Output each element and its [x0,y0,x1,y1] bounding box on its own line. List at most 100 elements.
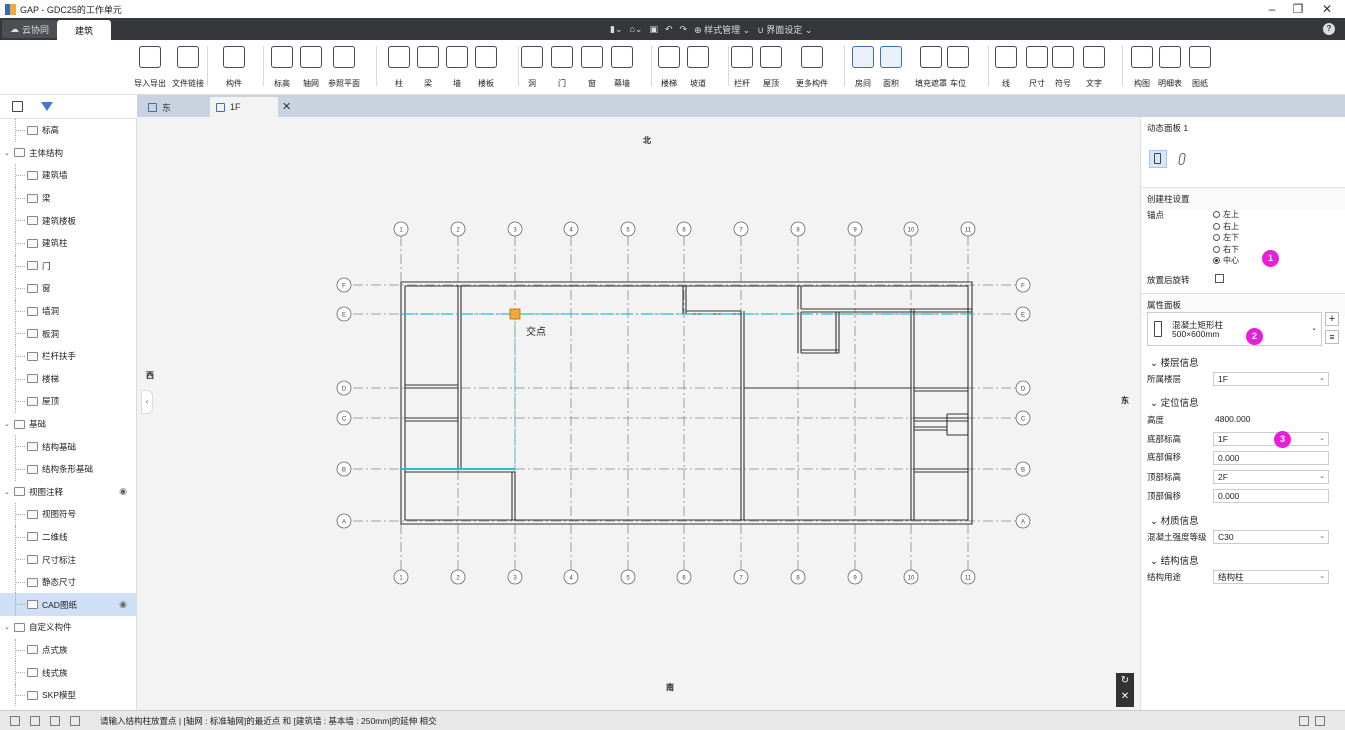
chevron-down-icon[interactable]: ⌄ [4,623,10,631]
tree-item[interactable]: 建筑楼板 [0,209,136,232]
close-tab-icon[interactable]: ✕ [282,100,291,113]
tree-item[interactable]: 建筑墙 [0,164,136,187]
type-selector[interactable]: 混凝土矩形柱 500×600mm ⌄ [1147,312,1322,346]
collapse-panel-button[interactable]: ‹ [141,390,153,414]
ribbon-grid-button[interactable]: 轴网 [300,46,322,89]
new-file-icon[interactable]: ▮⌄ [610,24,623,35]
ribbon-fill-mask-button[interactable]: 填充遮罩 [915,46,947,89]
redo-icon[interactable]: ↷ [680,24,688,35]
close-window-button[interactable]: ✕ [1309,2,1345,16]
object-snap-icon[interactable] [50,715,60,726]
chevron-down-icon[interactable]: ⌄ [4,488,10,496]
panel-toggle-icon[interactable] [12,101,23,112]
tree-item[interactable]: CAD图纸 ◉ [0,593,136,617]
ribbon-line-button[interactable]: 线 [995,46,1017,89]
anchor-radio[interactable]: 左上 [1213,209,1239,220]
ribbon-door-button[interactable]: 门 [551,46,573,89]
ribbon-hole-button[interactable]: 洞 [521,46,543,89]
ui-settings-button[interactable]: ∪ 界面设定 ⌄ [757,23,812,36]
ribbon-schedule-button[interactable]: 明细表 [1158,46,1182,89]
ribbon-beam-button[interactable]: 梁 [417,46,439,89]
ribbon-area-button[interactable]: 面积 [880,46,902,89]
tree-item[interactable]: ⌄ 基础 [0,413,136,436]
ribbon-roof-button[interactable]: 屋顶 [760,46,782,89]
top-offset-input[interactable]: 0.000 [1213,489,1329,503]
drawing-canvas[interactable]: 1 1 2 2 3 3 4 4 5 5 6 6 7 7 8 8 9 9 10 10 11 11 F F E E D D C C B B A A 北… [137,117,1140,710]
doc-tab-1f[interactable]: 1F [210,97,278,117]
chevron-down-icon[interactable]: ⌄ [4,420,10,428]
view-2d-icon[interactable] [1299,715,1309,726]
column-round-mode-icon[interactable] [1177,153,1187,165]
tree-item[interactable]: 结构基础 [0,435,136,458]
tab-architecture[interactable]: 建筑 [57,20,112,40]
tree-item[interactable]: 点式族 [0,638,136,662]
ribbon-ramp-button[interactable]: 坡道 [687,46,709,89]
position-info-section[interactable]: ⌄ 定位信息 [1150,395,1199,409]
ribbon-level-button[interactable]: 标高 [271,46,293,89]
tree-item[interactable]: 板洞 [0,322,136,345]
ribbon-room-button[interactable]: 房间 [852,46,874,89]
ribbon-sheet-button[interactable]: 图纸 [1189,46,1211,89]
visibility-eye-icon[interactable]: ◉ [119,486,127,497]
ribbon-cad-import-button[interactable]: 导入导出 [134,46,166,89]
tree-item[interactable]: 标高 [0,119,136,142]
ribbon-ref-plane-button[interactable]: 参照平面 [328,46,360,89]
tree-item[interactable]: 视图符号 [0,503,136,526]
tree-item[interactable]: 建筑柱 [0,231,136,255]
floor-info-section[interactable]: ⌄ 楼层信息 [1150,355,1199,369]
doc-tab-east[interactable]: 东 [142,97,210,117]
ribbon-stair-button[interactable]: 楼梯 [658,46,680,89]
anchor-radio[interactable]: 右上 [1213,221,1239,232]
visibility-eye-icon[interactable]: ◉ [119,599,127,610]
ribbon-window-button[interactable]: 窗 [581,46,603,89]
usage-select[interactable]: 结构柱 ⌄ [1213,570,1329,584]
tree-item[interactable]: 结构条形基础 [0,457,136,481]
ribbon-slab-button[interactable]: 楼板 [475,46,497,89]
ribbon-column-button[interactable]: 柱 [388,46,410,89]
save-icon[interactable]: ▣ [649,24,658,35]
tree-item[interactable]: 尺寸标注 [0,548,136,571]
layout-icon[interactable] [70,715,80,726]
anchor-radio[interactable]: 右下 [1213,244,1239,255]
compass-west[interactable]: 西 [141,367,159,385]
ribbon-component-button[interactable]: 构件 [223,46,245,89]
tab-cloud-collab[interactable]: ☁ 云协同 [2,20,58,38]
style-manage-button[interactable]: ⊕ 样式管理 ⌄ [694,23,750,36]
tree-item[interactable]: 窗 [0,277,136,300]
floor-plan-svg[interactable]: 11223344556677889910101111F FE ED DC CB BA A [137,117,1140,710]
filter-icon[interactable] [41,102,53,111]
floor-select[interactable]: 1F ⌄ [1213,372,1329,386]
ribbon-parking-button[interactable]: 车位 [947,46,969,89]
bottom-offset-input[interactable]: 0.000 [1213,451,1329,465]
tree-item[interactable]: 门 [0,254,136,278]
add-type-button[interactable]: + [1325,312,1339,326]
tree-item[interactable]: 线式族 [0,661,136,684]
ribbon-curtain-wall-button[interactable]: 幕墙 [611,46,633,89]
ribbon-file-link-button[interactable]: 文件链接 [172,46,204,89]
ribbon-dimension-button[interactable]: 尺寸 [1026,46,1048,89]
compass-north[interactable]: 北 [638,132,656,150]
bottom-level-select[interactable]: 1F ⌄ [1213,432,1329,446]
ribbon-wall-button[interactable]: 墙 [446,46,468,89]
home-icon[interactable]: ⌂⌄ [630,24,643,35]
help-icon[interactable]: ? [1323,23,1335,35]
compass-east[interactable]: 东 [1116,392,1134,410]
undo-icon[interactable]: ↶ [665,24,673,35]
ribbon-more-components-button[interactable]: 更多构件 [796,46,828,89]
ribbon-drawing-button[interactable]: 构图 [1131,46,1153,89]
tree-item[interactable]: 二维线 [0,525,136,549]
snap-grid-icon[interactable] [10,715,20,726]
compass-south[interactable]: 南 [661,679,679,697]
anchor-radio[interactable]: 中心 [1213,255,1239,266]
top-level-select[interactable]: 2F ⌄ [1213,470,1329,484]
material-info-section[interactable]: ⌄ 材质信息 [1150,513,1199,527]
tree-item[interactable]: 梁 [0,186,136,210]
tree-item[interactable]: 墙洞 [0,299,136,323]
tree-item[interactable]: SKP模型 [0,683,136,707]
structure-info-section[interactable]: ⌄ 结构信息 [1150,553,1199,567]
anchor-radio[interactable]: 左下 [1213,232,1239,243]
chevron-down-icon[interactable]: ⌄ [4,149,10,157]
view-control-button[interactable]: ↻ ✕ [1116,673,1134,707]
tree-item[interactable]: 楼梯 [0,367,136,391]
ribbon-text-button[interactable]: 文字 [1083,46,1105,89]
